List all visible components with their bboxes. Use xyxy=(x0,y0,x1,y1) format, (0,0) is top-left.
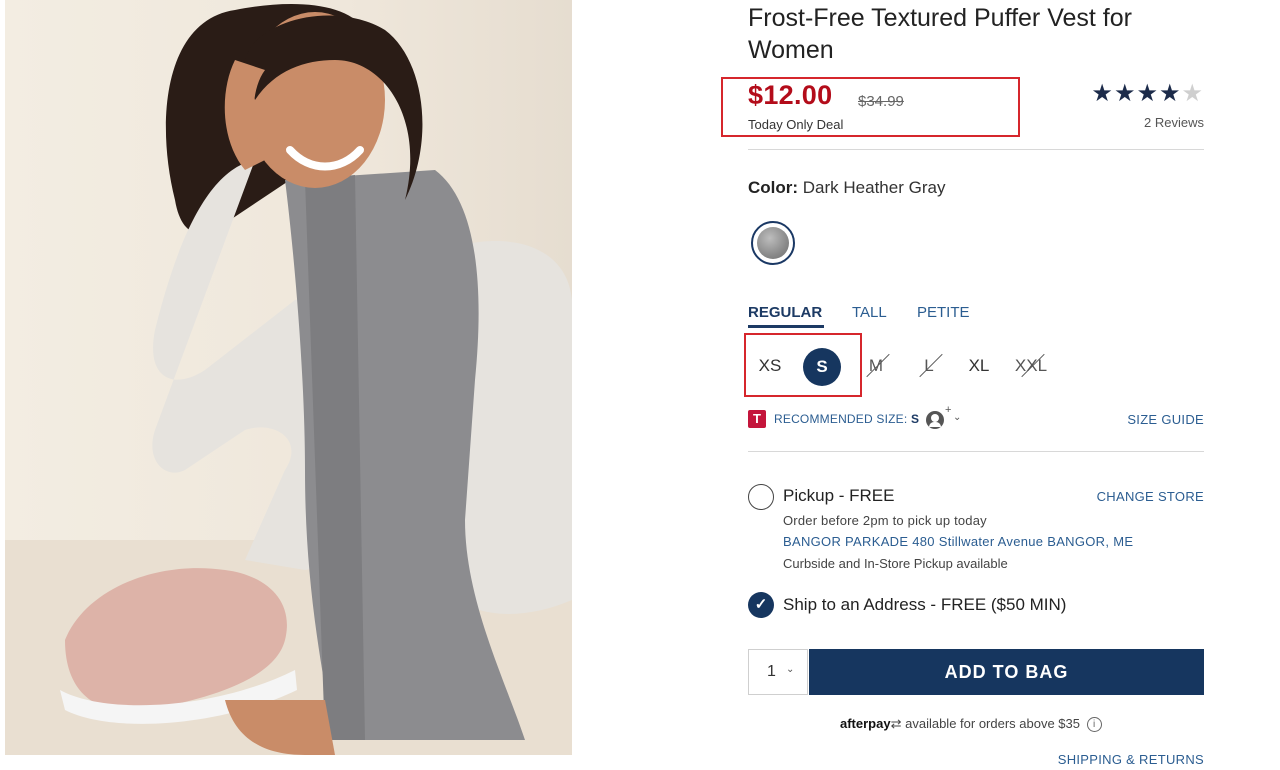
recommended-size-label: RECOMMENDED SIZE: xyxy=(774,412,908,426)
color-label-key: Color: xyxy=(748,178,799,197)
change-store-link[interactable]: CHANGE STORE xyxy=(1097,489,1204,504)
product-details-panel: Frost-Free Textured Puffer Vest for Wome… xyxy=(721,0,1204,770)
shipping-returns-link[interactable]: SHIPPING & RETURNS xyxy=(1058,752,1204,767)
profile-icon[interactable] xyxy=(926,411,944,429)
pickup-cutoff-text: Order before 2pm to pick up today xyxy=(783,513,987,528)
tab-tall[interactable]: TALL xyxy=(852,304,887,321)
original-price: $34.99 xyxy=(858,93,904,110)
size-xs[interactable]: XS xyxy=(750,346,790,386)
reviews-link[interactable]: 2 Reviews xyxy=(1144,115,1204,130)
pickup-label[interactable]: Pickup - FREE xyxy=(783,486,894,506)
plus-icon: + xyxy=(945,404,952,416)
star-icon: ★ xyxy=(1113,80,1137,107)
color-swatch-dark-heather-gray[interactable] xyxy=(751,221,795,265)
curbside-note: Curbside and In-Store Pickup available xyxy=(783,556,1008,571)
star-empty-icon: ★ xyxy=(1181,80,1204,107)
size-xxl-unavailable[interactable]: XXL xyxy=(1011,346,1051,386)
afterpay-note: afterpay⇄ available for orders above $35… xyxy=(840,716,1102,733)
color-value: Dark Heather Gray xyxy=(802,178,946,197)
store-address-link[interactable]: BANGOR PARKADE 480 Stillwater Avenue BAN… xyxy=(783,534,1133,549)
quantity-select[interactable]: 1 xyxy=(748,649,808,695)
size-s-selected[interactable]: S xyxy=(803,348,841,386)
info-icon[interactable]: i xyxy=(1086,717,1102,733)
ship-to-address-label[interactable]: Ship to an Address - FREE ($50 MIN) xyxy=(783,595,1066,615)
add-to-bag-button[interactable]: ADD TO BAG xyxy=(809,649,1204,695)
product-title: Frost-Free Textured Puffer Vest for Wome… xyxy=(748,4,1132,64)
size-m-unavailable[interactable]: M xyxy=(856,346,896,386)
afterpay-arrows-icon: ⇄ xyxy=(890,716,902,731)
tab-petite[interactable]: PETITE xyxy=(917,304,970,321)
ship-checked-radio[interactable]: ✓ xyxy=(748,592,774,618)
pickup-radio[interactable] xyxy=(748,484,774,510)
color-label: Color: Dark Heather Gray xyxy=(748,178,945,198)
size-xl[interactable]: XL xyxy=(959,346,999,386)
divider xyxy=(748,149,1204,150)
tab-regular[interactable]: REGULAR xyxy=(748,304,822,321)
tab-active-underline xyxy=(748,325,824,328)
deal-label: Today Only Deal xyxy=(748,117,844,132)
size-guide-link[interactable]: SIZE GUIDE xyxy=(1127,412,1204,427)
recommended-size[interactable]: RECOMMENDED SIZE: S xyxy=(774,412,919,426)
chevron-down-icon[interactable]: ⌄ xyxy=(953,412,961,423)
product-photo xyxy=(5,0,572,755)
chevron-down-icon: ⌄ xyxy=(786,664,795,675)
true-fit-badge-icon: T xyxy=(748,410,766,428)
divider xyxy=(748,451,1204,452)
size-l-unavailable[interactable]: L xyxy=(909,346,949,386)
sale-price: $12.00 xyxy=(748,80,833,110)
star-icon: ★ xyxy=(1158,80,1182,107)
afterpay-logo: afterpay xyxy=(840,716,891,731)
star-icon: ★ xyxy=(1091,80,1114,107)
afterpay-text: available for orders above $35 xyxy=(905,716,1080,731)
recommended-size-value: S xyxy=(910,412,920,426)
star-icon: ★ xyxy=(1136,80,1159,107)
rating-stars[interactable]: ★★★★★ xyxy=(1091,82,1204,106)
